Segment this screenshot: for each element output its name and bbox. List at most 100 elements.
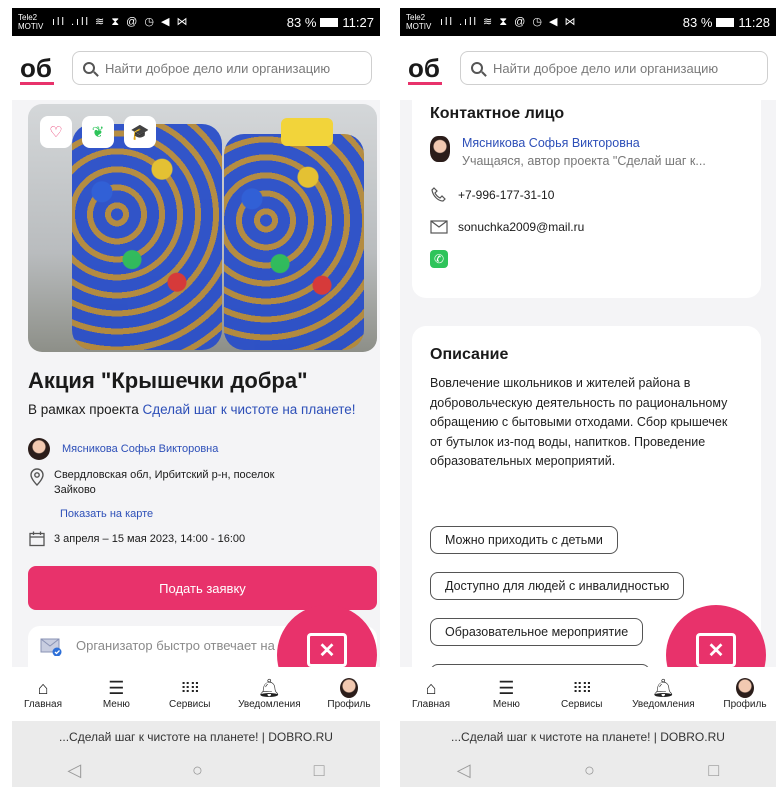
address-row: Свердловская обл, Ирбитский р-н, поселок… <box>28 468 318 498</box>
location-pin-icon <box>28 468 46 486</box>
battery-icon <box>716 17 735 27</box>
battery-percent: 83 % <box>682 14 713 30</box>
nav-profile-label: Профиль <box>327 699 371 710</box>
contact-person-row: Мясникова Софья Викторовна Учащаяся, авт… <box>430 136 706 168</box>
phone-row: +7-996-177-31-10 <box>430 186 554 204</box>
bottom-nav: ⌂ Главная ☰ Меню ⠿⠿ Сервисы 🔔︎ Уведомлен… <box>400 667 776 721</box>
search-input[interactable]: Найти доброе дело или организацию <box>460 51 768 85</box>
description-title: Описание <box>430 346 509 363</box>
grid-icon: ⠿⠿ <box>180 679 199 696</box>
contact-role: Учащаяся, автор проекта "Сделай шаг к... <box>462 154 706 168</box>
grid-icon: ⠿⠿ <box>572 679 591 696</box>
mail-check-icon <box>40 638 62 656</box>
phone-number[interactable]: +7-996-177-31-10 <box>458 188 554 202</box>
search-placeholder: Найти доброе дело или организацию <box>493 60 719 76</box>
close-message-icon: ✕ <box>307 633 347 667</box>
event-details-content: Контактное лицо Мясникова Софья Викторов… <box>400 100 776 667</box>
whatsapp-row: ✆ <box>430 250 448 268</box>
status-bar: Tele2 MOTIV ıll .ıll ≋ ⧗ @ ◷ ◀ ⋈ 83 % 11… <box>400 8 776 36</box>
search-icon <box>83 62 95 74</box>
system-nav-bar: ◁ ○ □ <box>12 753 380 787</box>
nav-home-label: Главная <box>23 699 63 710</box>
home-circle-icon[interactable]: ○ <box>584 760 595 781</box>
nav-menu[interactable]: ☰ Меню <box>91 677 141 721</box>
status-bar: Tele2 MOTIV ıll .ıll ≋ ⧗ @ ◷ ◀ ⋈ 83 % 11… <box>12 8 380 36</box>
bell-icon: 🔔︎ <box>651 677 675 698</box>
status-icons: ıll .ıll ≋ ⧗ @ ◷ ◀ ⋈ <box>440 16 578 28</box>
page-url-title: ...Сделай шаг к чистоте на планете! | DO… <box>12 721 380 753</box>
clock: 11:28 <box>738 14 770 30</box>
project-prefix: В рамках проекта <box>28 402 143 417</box>
home-circle-icon[interactable]: ○ <box>192 760 203 781</box>
project-line: В рамках проекта Сделай шаг к чистоте на… <box>28 402 356 417</box>
show-on-map-link[interactable]: Показать на карте <box>60 508 153 520</box>
health-heart-icon[interactable]: ♡ <box>40 116 72 148</box>
page-url-title: ...Сделай шаг к чистоте на планете! | DO… <box>400 721 776 753</box>
project-link[interactable]: Сделай шаг к чистоте на планете! <box>142 402 355 417</box>
search-input[interactable]: Найти доброе дело или организацию <box>72 51 372 85</box>
nav-services[interactable]: ⠿⠿ Сервисы <box>557 677 607 721</box>
whatsapp-icon[interactable]: ✆ <box>430 250 448 268</box>
dobro-logo[interactable]: об <box>408 55 450 85</box>
tag-accessible[interactable]: Доступно для людей с инвалидностью <box>430 572 685 600</box>
calendar-icon <box>28 530 46 548</box>
nav-notifications-label: Уведомления <box>238 699 301 710</box>
nav-menu[interactable]: ☰ Меню <box>481 677 531 721</box>
nav-home[interactable]: ⌂ Главная <box>18 677 68 721</box>
back-icon[interactable]: ◁ <box>67 760 81 781</box>
right-screen: Tele2 MOTIV ıll .ıll ≋ ⧗ @ ◷ ◀ ⋈ 83 % 11… <box>392 0 784 787</box>
apply-button[interactable]: Подать заявку <box>28 566 377 610</box>
ecology-sprout-icon[interactable]: ❦ <box>82 116 114 148</box>
bottle-caps-bottle <box>224 134 364 350</box>
recent-apps-icon[interactable]: □ <box>314 760 325 781</box>
nav-menu-label: Меню <box>492 699 520 710</box>
dobro-logo[interactable]: об <box>20 55 62 85</box>
nav-profile[interactable]: Профиль <box>324 677 374 721</box>
nav-profile[interactable]: Профиль <box>720 677 770 721</box>
nav-notifications[interactable]: 🔔︎ Уведомления <box>632 677 695 721</box>
event-title: Акция "Крышечки добра" <box>28 368 308 393</box>
profile-avatar <box>339 677 358 699</box>
system-nav-bar: ◁ ○ □ <box>400 753 776 787</box>
address-text: Свердловская обл, Ирбитский р-н, поселок… <box>54 469 275 496</box>
share-fab-button[interactable]: ✕ <box>277 605 377 667</box>
contact-name[interactable]: Мясникова Софья Викторовна <box>462 136 706 150</box>
recent-apps-icon[interactable]: □ <box>708 760 719 781</box>
tag-with-children[interactable]: Можно приходить с детьми <box>430 526 618 554</box>
clock: 11:27 <box>342 14 374 30</box>
nav-home[interactable]: ⌂ Главная <box>406 677 456 721</box>
email-address[interactable]: sonuchka2009@mail.ru <box>458 220 584 234</box>
date-row: 3 апреля – 15 мая 2023, 14:00 - 16:00 <box>28 530 245 548</box>
status-icons: ıll .ıll ≋ ⧗ @ ◷ ◀ ⋈ <box>52 16 190 28</box>
date-text: 3 апреля – 15 мая 2023, 14:00 - 16:00 <box>54 533 246 545</box>
home-icon: ⌂ <box>37 677 49 698</box>
close-message-icon: ✕ <box>696 633 736 667</box>
email-row: sonuchka2009@mail.ru <box>430 218 584 236</box>
search-placeholder: Найти доброе дело или организацию <box>105 60 331 76</box>
org-note-text: Организатор быстро отвечает на <box>76 638 275 653</box>
nav-services[interactable]: ⠿⠿ Сервисы <box>165 677 215 721</box>
education-cap-icon[interactable]: 🎓 <box>124 116 156 148</box>
description-text: Вовлечение школьников и жителей района в… <box>430 376 728 468</box>
nav-menu-label: Меню <box>102 699 130 710</box>
menu-icon: ☰ <box>498 677 515 698</box>
back-icon[interactable]: ◁ <box>457 760 471 781</box>
carrier-label: Tele2 MOTIV <box>406 13 432 31</box>
home-icon: ⌂ <box>425 677 437 698</box>
nav-notifications[interactable]: 🔔︎ Уведомления <box>238 677 301 721</box>
nav-services-label: Сервисы <box>169 699 211 710</box>
battery-percent: 83 % <box>286 14 317 30</box>
organizer-name[interactable]: Мясникова Софья Викторовна <box>62 443 218 455</box>
menu-icon: ☰ <box>108 677 125 698</box>
carrier-label: Tele2 MOTIV <box>18 13 44 31</box>
contact-title: Контактное лицо <box>430 105 565 122</box>
battery-icon <box>320 17 339 27</box>
bottom-nav: ⌂ Главная ☰ Меню ⠿⠿ Сервисы 🔔︎ Уведомлен… <box>12 667 380 721</box>
organizer-avatar[interactable] <box>28 438 50 460</box>
event-content: ♡ ❦ 🎓 Акция "Крышечки добра" В рамках пр… <box>12 100 380 667</box>
nav-notifications-label: Уведомления <box>632 699 695 710</box>
tag-educational[interactable]: Образовательное мероприятие <box>430 618 644 646</box>
search-icon <box>471 62 483 74</box>
contact-avatar[interactable] <box>430 136 450 162</box>
mail-icon <box>430 218 448 236</box>
